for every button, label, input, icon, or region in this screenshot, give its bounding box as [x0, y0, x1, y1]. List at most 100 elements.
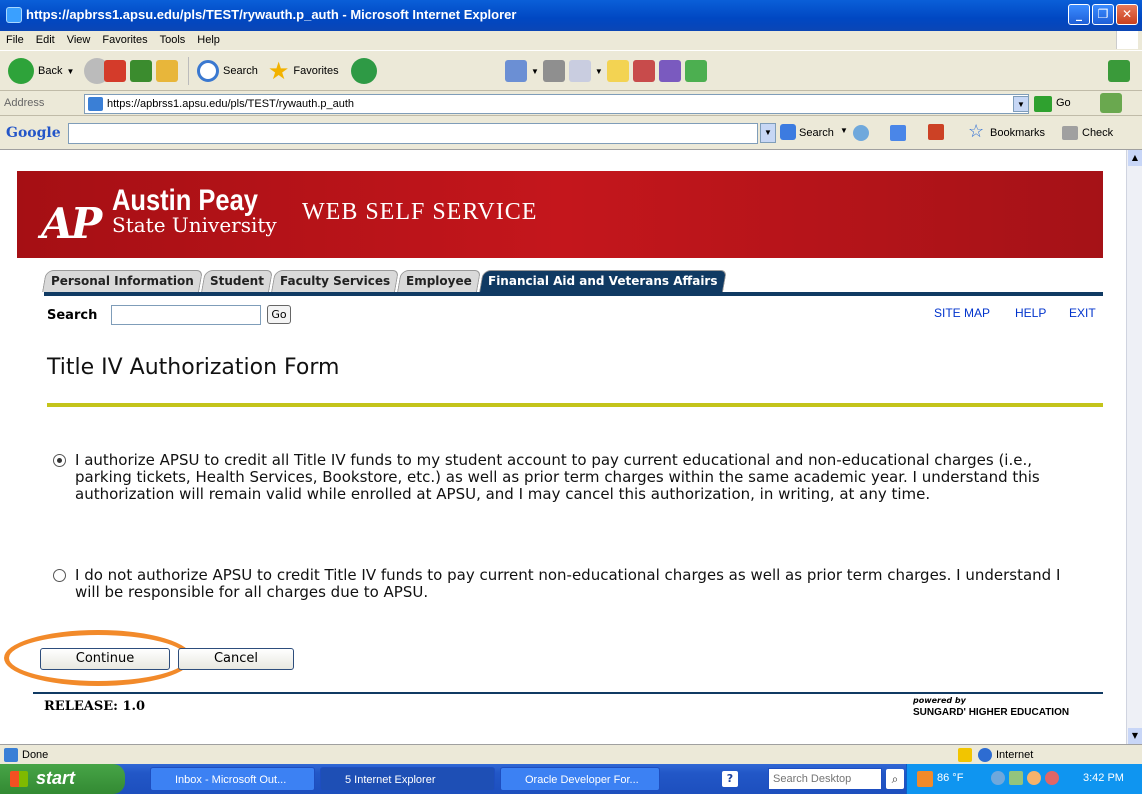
lock-icon [958, 748, 972, 762]
temperature: 86 °F [937, 772, 964, 784]
desktop-search-icon[interactable]: ⌕ [886, 769, 904, 789]
search-icon[interactable] [197, 60, 219, 82]
google-toolbar: Google ▼ Search ▼ ☆ Bookmarks [0, 117, 1142, 150]
address-label: Address [4, 97, 45, 109]
page-title: Title IV Authorization Form [47, 355, 340, 380]
help-tray-icon[interactable]: ? [722, 771, 738, 787]
scroll-down-icon[interactable]: ▼ [1128, 728, 1142, 744]
task-oracle-developer[interactable]: Oracle Developer For... [500, 767, 660, 791]
refresh-icon[interactable] [130, 60, 152, 82]
google-search-input[interactable] [68, 123, 758, 144]
menu-view[interactable]: View [61, 31, 97, 46]
task-outlook[interactable]: Inbox - Microsoft Out... [150, 767, 315, 791]
research-icon[interactable] [632, 60, 655, 82]
do-not-authorize-option[interactable]: I do not authorize APSU to credit Title … [53, 567, 1073, 601]
vertical-scrollbar[interactable]: ▲ ▼ [1126, 150, 1142, 744]
address-input[interactable]: https://apbrss1.apsu.edu/pls/TEST/rywaut… [84, 94, 1029, 114]
help-link[interactable]: HELP [1015, 306, 1046, 320]
menu-file[interactable]: File [0, 31, 30, 46]
scroll-up-icon[interactable]: ▲ [1128, 150, 1142, 166]
minimize-button[interactable]: _ [1068, 4, 1090, 25]
restore-button[interactable]: ❐ [1092, 4, 1114, 25]
desktop-search-input[interactable] [768, 768, 882, 790]
continue-button[interactable]: Continue [40, 648, 170, 670]
search-go-button[interactable]: Go [267, 305, 291, 324]
search-label: Search [47, 308, 98, 323]
powered-by-label: powered by [913, 696, 966, 705]
google-check-label[interactable]: Check [1082, 127, 1113, 139]
page-status-icon [4, 748, 18, 762]
tray-icon-2[interactable] [1009, 771, 1023, 785]
bookmarks-label[interactable]: Bookmarks [990, 127, 1045, 139]
favorites-star-icon[interactable]: ★ [268, 57, 290, 86]
go-arrow-icon[interactable] [1034, 96, 1052, 112]
google-logo: Google [6, 125, 61, 141]
print-icon[interactable] [542, 60, 565, 82]
google-search-icon[interactable] [780, 124, 796, 140]
start-label: start [36, 768, 76, 788]
exit-link[interactable]: EXIT [1069, 306, 1096, 320]
search-toolbar-label[interactable]: Search [223, 65, 258, 77]
close-button[interactable]: ✕ [1116, 4, 1138, 25]
go-button[interactable]: Go [1056, 97, 1071, 109]
up-icon[interactable] [890, 125, 906, 141]
window-title-bar[interactable]: https://apbrss1.apsu.edu/pls/TEST/rywaut… [0, 0, 1142, 31]
tab-student[interactable]: Student [200, 270, 273, 292]
tab-underline [44, 292, 1103, 296]
google-dropdown-icon[interactable]: ▼ [760, 123, 776, 143]
site-map-link[interactable]: SITE MAP [934, 306, 990, 320]
task-internet-explorer[interactable]: 5 Internet Explorer [320, 767, 495, 791]
zone-text: Internet [996, 749, 1034, 761]
people-icon[interactable] [684, 60, 707, 82]
do-not-authorize-radio[interactable] [53, 569, 66, 582]
status-text: Done [22, 749, 49, 761]
translate-icon[interactable] [1100, 93, 1122, 113]
menu-help[interactable]: Help [191, 31, 226, 46]
tab-bar: Personal Information Student Faculty Ser… [42, 270, 727, 292]
mail-icon[interactable] [505, 60, 527, 82]
messenger-icon[interactable] [658, 60, 681, 82]
menu-tools[interactable]: Tools [154, 31, 192, 46]
weather-icon[interactable] [917, 771, 933, 787]
window-title: https://apbrss1.apsu.edu/pls/TEST/rywaut… [26, 7, 517, 22]
tab-faculty-services[interactable]: Faculty Services [270, 270, 399, 292]
start-button[interactable]: start [0, 764, 125, 794]
banner-title: WEB SELF SERVICE [302, 199, 538, 225]
title-divider [47, 403, 1103, 407]
folder-icon[interactable] [606, 60, 629, 82]
menu-favorites[interactable]: Favorites [96, 31, 153, 46]
page-icon [88, 97, 103, 111]
cancel-button[interactable]: Cancel [178, 648, 294, 670]
spellcheck-icon[interactable] [1062, 126, 1078, 140]
address-dropdown-icon[interactable]: ▼ [1013, 96, 1029, 112]
history-icon[interactable] [350, 58, 377, 84]
authorize-option[interactable]: I authorize APSU to credit all Title IV … [53, 452, 1073, 503]
system-tray: 86 °F 3:42 PM [906, 764, 1142, 794]
status-bar: Done Internet [0, 744, 1142, 764]
favorites-toolbar-label[interactable]: Favorites [293, 65, 338, 77]
google-search-label[interactable]: Search [799, 127, 834, 139]
tray-icon-1[interactable] [991, 771, 1005, 785]
authorize-radio[interactable] [53, 454, 66, 467]
home-icon[interactable] [156, 60, 178, 82]
bookmarks-star-icon[interactable]: ☆ [968, 121, 984, 142]
tray-icon-3[interactable] [1027, 771, 1041, 785]
page-content: AP Austin Peay State University WEB SELF… [0, 150, 1126, 744]
back-arrow-icon[interactable] [8, 58, 34, 84]
tab-personal-information[interactable]: Personal Information [42, 270, 203, 292]
clock: 3:42 PM [1083, 772, 1124, 784]
logo-name: Austin Peay [112, 184, 258, 217]
back-button-label[interactable]: Back [38, 65, 62, 77]
browser-toolbar: Back ▼ ▼ Search ★ Favorites ▼ ▼ [0, 51, 1142, 91]
logo-mark: AP [41, 199, 102, 248]
popup-blocker-icon[interactable] [928, 124, 944, 140]
tab-financial-aid[interactable]: Financial Aid and Veterans Affairs [478, 270, 727, 292]
tab-employee[interactable]: Employee [396, 270, 481, 292]
extra-toolbar-icon[interactable] [1108, 60, 1130, 82]
menu-edit[interactable]: Edit [30, 31, 61, 46]
edit-icon[interactable] [568, 60, 591, 82]
tray-icon-4[interactable] [1045, 771, 1059, 785]
pagerank-icon[interactable] [853, 125, 869, 141]
stop-icon[interactable] [104, 60, 126, 82]
search-input[interactable] [111, 305, 261, 325]
